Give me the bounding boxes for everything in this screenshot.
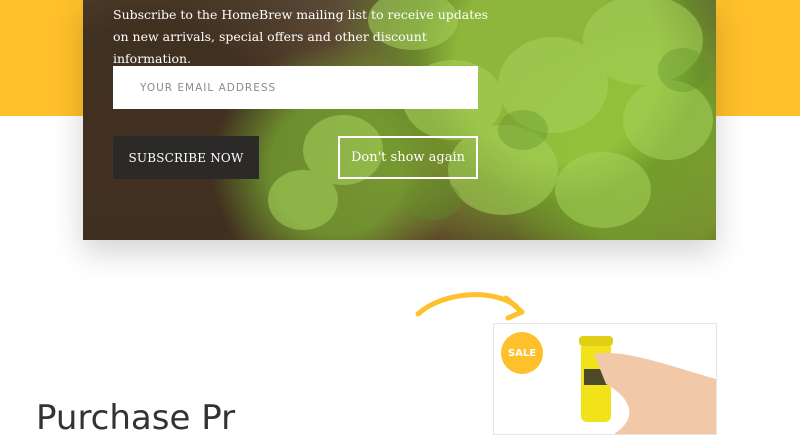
dont-show-again-button[interactable]: Don't show again: [338, 136, 478, 179]
email-input[interactable]: [113, 66, 478, 109]
subscribe-button[interactable]: SUBSCRIBE NOW: [113, 136, 259, 179]
sale-badge: SALE: [501, 332, 543, 374]
section-heading: Purchase Pr: [36, 398, 236, 438]
newsletter-popup: Subscribe to the HomeBrew mailing list t…: [83, 0, 716, 240]
newsletter-description: Subscribe to the HomeBrew mailing list t…: [113, 7, 489, 66]
